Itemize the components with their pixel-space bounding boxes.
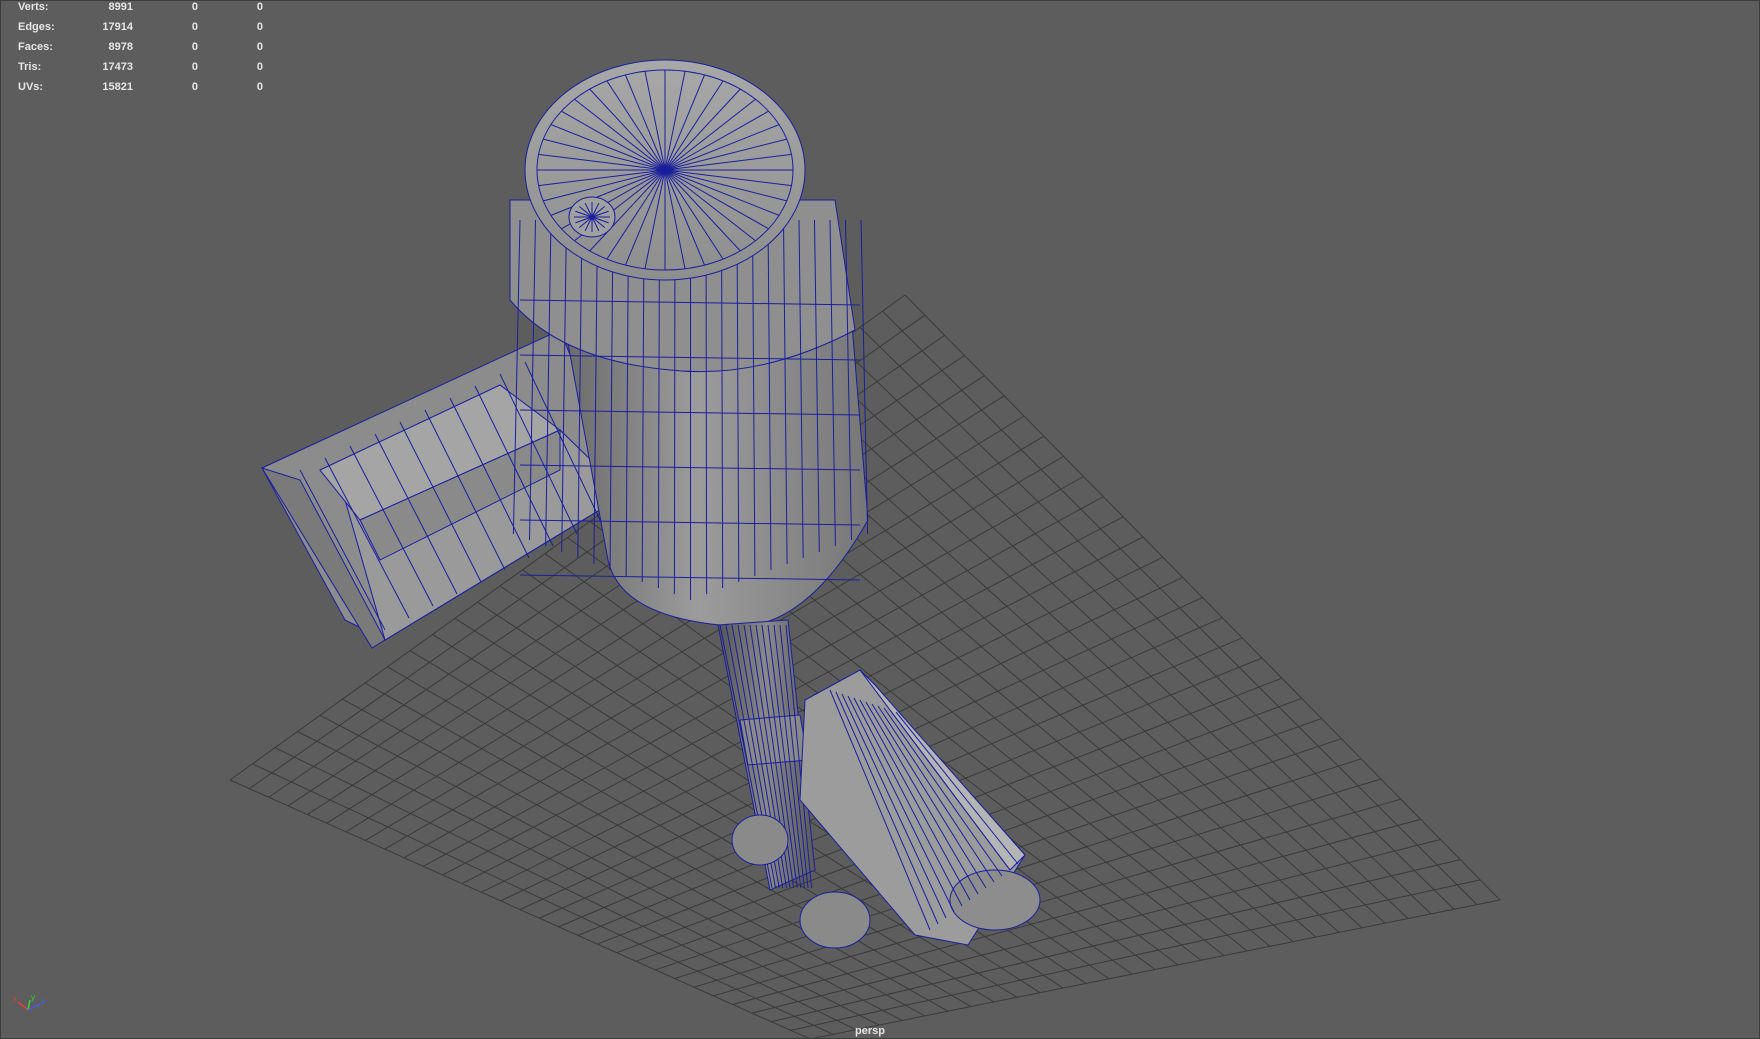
scene-canvas[interactable] <box>0 0 1760 1039</box>
hud-stat-value: 0 <box>191 1 198 13</box>
hud-stat-label: Faces: <box>18 41 53 53</box>
hud-stat-label: Tris: <box>18 61 42 73</box>
hud-row: Faces: 8978 0 0 <box>0 40 290 60</box>
hud-stat-label: Verts: <box>18 1 49 13</box>
hud-stat-value: 0 <box>256 1 263 13</box>
hud-stat-value: 0 <box>256 61 263 73</box>
handle-mesh[interactable] <box>260 329 627 649</box>
hud-stat-value: 17914 <box>102 21 133 33</box>
hud-stat-value: 0 <box>191 61 198 73</box>
axis-x-label: x <box>13 994 17 1003</box>
hud-stat-label: Edges: <box>18 21 55 33</box>
hud-row: Tris: 17473 0 0 <box>0 60 290 80</box>
hud-stat-value: 8991 <box>108 1 133 13</box>
poly-count-hud: Verts: 8991 0 0 Edges: 17914 0 0 Faces: 8978 0 0 Tri… <box>0 0 290 100</box>
perspective-viewport[interactable]: Verts: 8991 0 0 Edges: 17914 0 0 Faces: 8978 0 0 Tri… <box>0 0 1760 1039</box>
hud-stat-value: 0 <box>256 21 263 33</box>
hud-row: Edges: 17914 0 0 <box>0 20 290 40</box>
hud-stat-value: 0 <box>191 81 198 93</box>
top-cap-mesh[interactable] <box>524 59 806 281</box>
hud-stat-value: 8978 <box>108 41 133 53</box>
hud-stat-value: 0 <box>256 81 263 93</box>
hud-row: Verts: 8991 0 0 <box>0 0 290 20</box>
hud-stat-value: 0 <box>256 41 263 53</box>
axis-z-label: z <box>41 997 45 1006</box>
hud-stat-value: 17473 <box>102 61 133 73</box>
hud-row: UVs: 15821 0 0 <box>0 80 290 100</box>
hud-stat-value: 0 <box>191 41 198 53</box>
hud-stat-value: 15821 <box>102 81 133 93</box>
hud-stat-value: 0 <box>191 21 198 33</box>
camera-name-label: persp <box>855 1025 885 1037</box>
hud-stat-label: UVs: <box>18 81 44 93</box>
axis-y-label: y <box>31 993 35 1002</box>
axis-gizmo-icon: x y z <box>10 990 50 1020</box>
